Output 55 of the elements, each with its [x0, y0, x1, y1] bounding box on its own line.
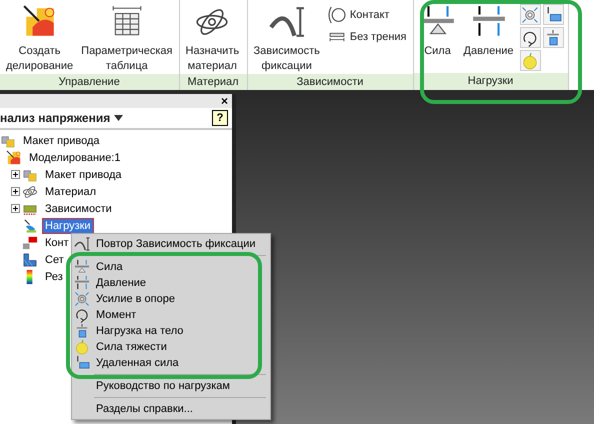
menu-item[interactable]: Нагрузка на тело: [72, 323, 270, 339]
tree-item[interactable]: Конт: [42, 234, 72, 250]
expand-icon[interactable]: [10, 204, 20, 213]
help-button[interactable]: ?: [212, 110, 228, 126]
circle-icon: [328, 6, 346, 24]
contact-icon: [22, 234, 38, 250]
pressure-icon: [74, 275, 90, 291]
panel-title[interactable]: нализ напряжения: [0, 109, 124, 127]
ribbon-icon-button[interactable]: [520, 27, 541, 48]
menu-item[interactable]: Удаленная сила: [72, 355, 270, 371]
group-title: Нагрузки: [414, 73, 568, 90]
mesh-icon: [22, 252, 38, 268]
simulation-icon: [6, 150, 22, 166]
bracket-icon: [74, 236, 90, 252]
bracket-icon: [268, 4, 305, 40]
menu-item[interactable]: Сила тяжести: [72, 339, 270, 355]
ribbon-button[interactable]: Без трения: [326, 26, 409, 48]
rotation-icon: [74, 307, 90, 323]
dropdown-icon: [114, 115, 124, 121]
expand-icon[interactable]: [10, 187, 20, 196]
ribbon-button[interactable]: Параметрическая таблица: [79, 2, 175, 74]
expand-icon[interactable]: [10, 170, 20, 179]
group-title: Управление: [0, 74, 179, 91]
menu-item[interactable]: Разделы справки...: [72, 401, 270, 417]
tree-item[interactable]: Рез: [42, 268, 66, 284]
atom-icon: [22, 184, 38, 200]
bearing-icon: [74, 291, 90, 307]
apple-icon: [521, 52, 540, 70]
menu-item[interactable]: Давление: [72, 275, 270, 291]
tree-item[interactable]: Материал: [42, 184, 99, 200]
bearing-icon: [521, 6, 540, 24]
menu-item[interactable]: Сила: [72, 259, 270, 275]
menu-item[interactable]: Усилие в опоре: [72, 291, 270, 307]
menu-item[interactable]: Момент: [72, 307, 270, 323]
apple-icon: [74, 339, 90, 355]
group-title: Зависимости: [248, 74, 413, 91]
ribbon-button[interactable]: Зависимость фиксации: [252, 2, 322, 74]
load-icon: [22, 218, 38, 234]
tree-item[interactable]: Сет: [42, 252, 67, 268]
menu-item[interactable]: Руководство по нагрузкам: [72, 378, 270, 394]
tree-item[interactable]: Моделирование:1: [26, 150, 124, 166]
ribbon-button[interactable]: Давление: [462, 2, 516, 73]
force-icon: [74, 259, 90, 275]
tree-item[interactable]: Макет привода: [42, 166, 125, 182]
ribbon-button[interactable]: Создать делирование: [4, 2, 76, 74]
ribbon-button[interactable]: Сила: [418, 2, 458, 73]
menu-item[interactable]: Повтор Зависимость фиксации: [72, 236, 270, 252]
tree-item[interactable]: Зависимости: [42, 200, 115, 216]
ribbon-button[interactable]: Контакт: [326, 4, 409, 26]
ribbon-button[interactable]: Назначить материал: [184, 2, 242, 74]
tree-item[interactable]: Макет привода: [20, 132, 103, 148]
tree-item[interactable]: Нагрузки: [42, 218, 94, 234]
body-load-icon: [74, 323, 90, 339]
group-title: Материал: [180, 74, 247, 91]
close-button[interactable]: ×: [220, 95, 228, 107]
